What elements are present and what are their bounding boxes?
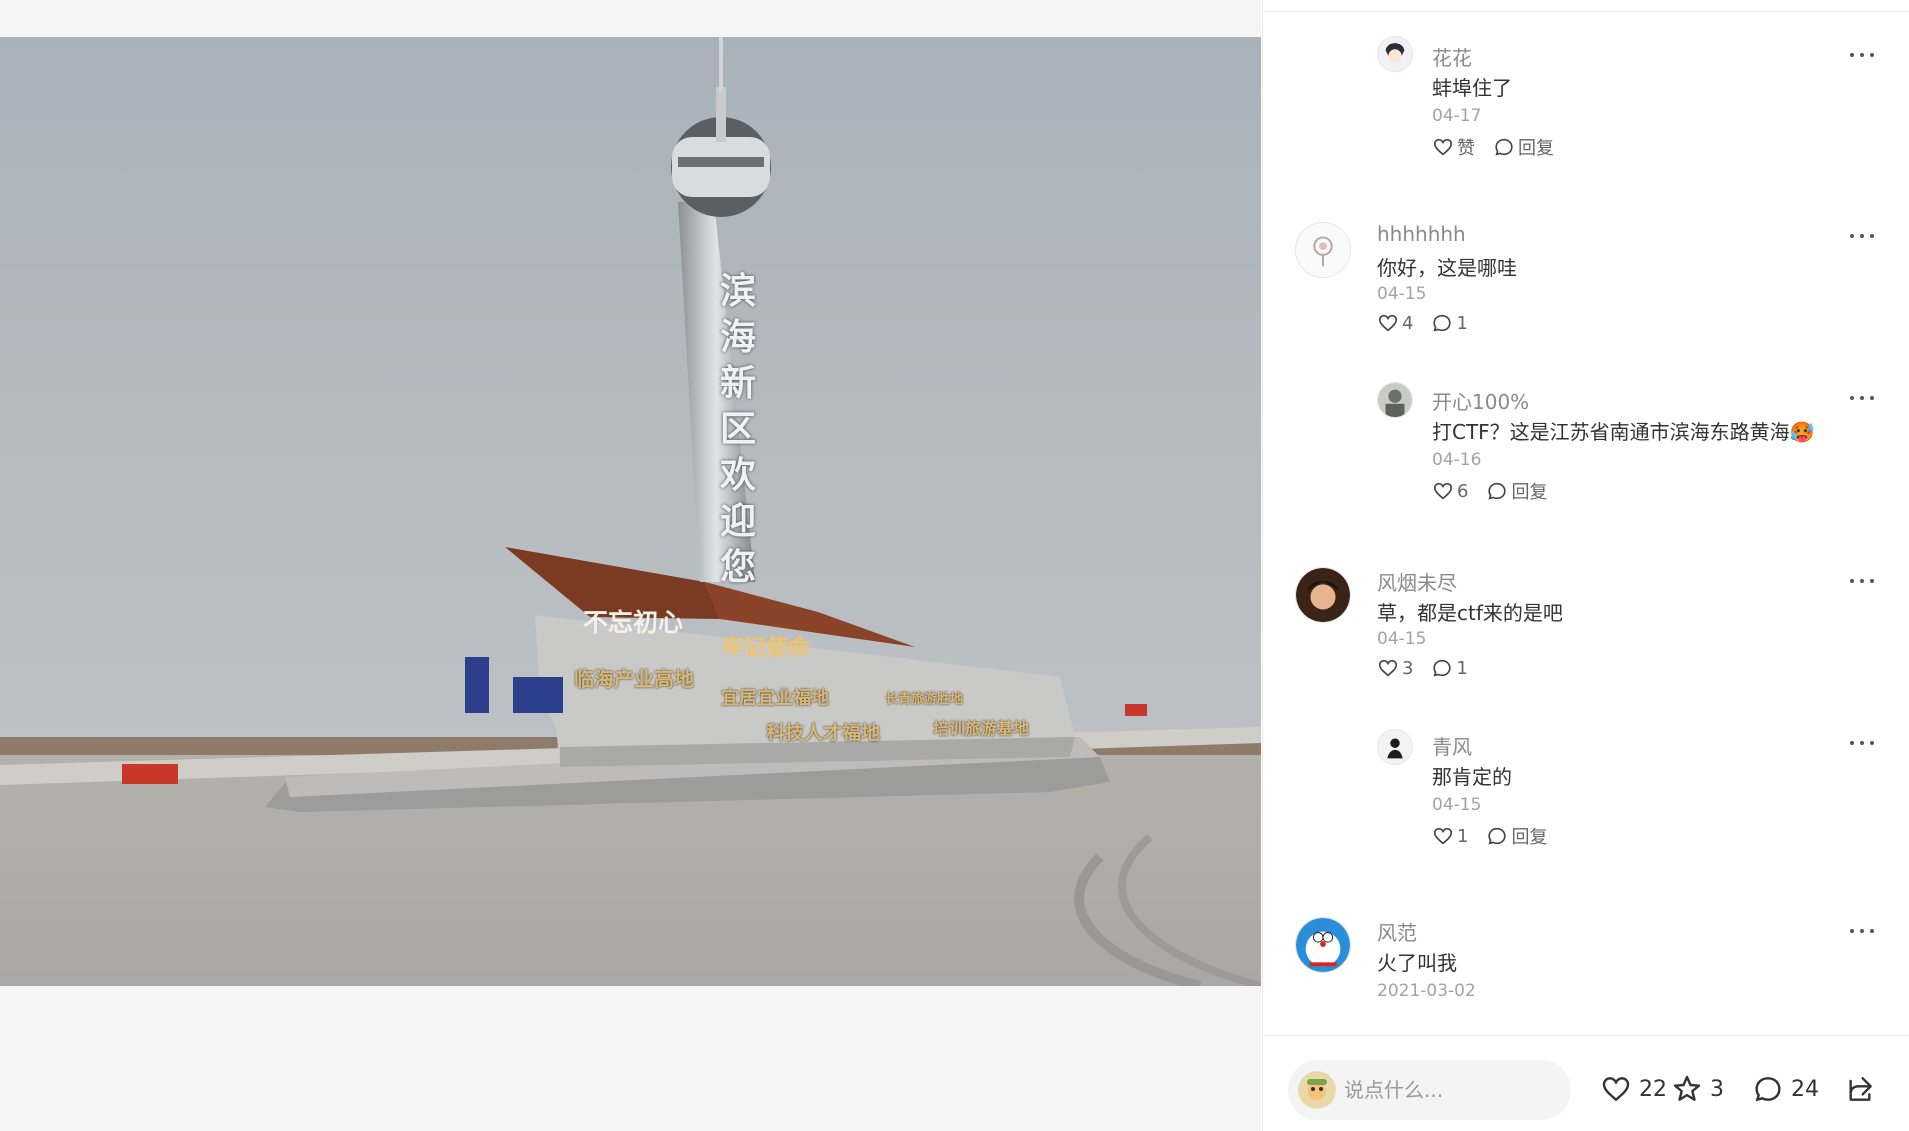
comment-text: 火了叫我 <box>1377 951 1457 975</box>
like-button[interactable]: 1 <box>1432 825 1468 847</box>
comment-date: 04-15 <box>1377 284 1427 304</box>
doraemon-avatar[interactable] <box>1295 917 1351 973</box>
reply-button[interactable]: 回复 <box>1486 478 1547 504</box>
sign-row-d-text: 科技人才福地 <box>766 722 881 744</box>
silhouette-avatar[interactable] <box>1377 729 1413 765</box>
reply-count: 1 <box>1456 312 1468 334</box>
like-button[interactable]: 赞 <box>1432 134 1475 160</box>
comment-date: 2021-03-02 <box>1377 981 1476 1001</box>
media-pane: 滨海新区欢迎您 不忘初心 牢记使命 临海产业高地 宜居宜业福地 长青旅游胜地 科… <box>0 0 1261 1131</box>
comment-input[interactable] <box>1344 1078 1554 1102</box>
reply-button[interactable]: 1 <box>1431 312 1468 334</box>
reply-button[interactable]: 1 <box>1431 657 1468 679</box>
comment-actions: 3 1 <box>1377 657 1486 679</box>
heart-icon <box>1433 482 1453 500</box>
post-comment-count: 24 <box>1791 1076 1819 1102</box>
reply-bubble-icon <box>1488 827 1507 845</box>
comment-date: 04-15 <box>1377 629 1427 649</box>
post-like-count: 22 <box>1639 1076 1667 1102</box>
more-options-icon[interactable] <box>1850 925 1874 937</box>
comment-actions: 6 回复 <box>1432 478 1565 504</box>
like-button[interactable]: 4 <box>1377 312 1413 334</box>
sign-sub-text: 牢记使命 <box>722 636 811 661</box>
comment-item: 风烟未尽 草，都是ctf来的是吧 04-15 3 1 <box>1263 567 1909 707</box>
comment-input-box[interactable] <box>1288 1060 1571 1120</box>
photo-avatar[interactable] <box>1377 382 1413 418</box>
reply-label: 回复 <box>1511 827 1548 848</box>
share-icon <box>1849 1077 1872 1101</box>
heart-icon <box>1378 659 1398 677</box>
comment-author[interactable]: 花花 <box>1432 42 1472 71</box>
star-icon <box>1673 1075 1701 1101</box>
heart-icon <box>1433 827 1453 845</box>
more-options-icon[interactable] <box>1850 575 1874 587</box>
reply-label: 回复 <box>1511 482 1548 503</box>
comment-item: hhhhhhh 你好，这是哪哇 04-15 4 1 <box>1263 222 1909 362</box>
more-options-icon[interactable] <box>1850 392 1874 404</box>
like-count: 3 <box>1402 657 1414 679</box>
comment-item: 风范 火了叫我 2021-03-02 <box>1263 917 1909 1035</box>
comment-bubble-icon <box>1755 1077 1781 1102</box>
reply-bubble-icon <box>1495 138 1513 156</box>
sign-main-text: 不忘初心 <box>583 608 684 637</box>
heart-icon <box>1602 1077 1630 1102</box>
like-count: 1 <box>1457 825 1469 847</box>
post-comment-button[interactable]: 24 <box>1752 1073 1819 1105</box>
comment-date: 04-16 <box>1432 450 1482 470</box>
tower-sign-text: 滨海新区欢迎您 <box>719 271 756 588</box>
comment-text: 草，都是ctf来的是吧 <box>1377 601 1563 625</box>
lollipop-avatar[interactable] <box>1295 222 1351 278</box>
comment-text: 那肯定的 <box>1432 765 1512 789</box>
more-options-icon[interactable] <box>1850 49 1874 61</box>
comment-date: 04-15 <box>1432 795 1482 815</box>
comment-author[interactable]: 青风 <box>1432 731 1472 760</box>
like-count: 4 <box>1402 312 1414 334</box>
post-collect-button[interactable]: 3 <box>1671 1073 1724 1105</box>
comment-date: 04-17 <box>1432 106 1482 126</box>
comment-author[interactable]: 风范 <box>1377 917 1417 946</box>
comment-item: 花花 蚌埠住了 04-17 赞 回复 <box>1263 34 1909 194</box>
more-options-icon[interactable] <box>1850 737 1874 749</box>
comment-text: 打CTF？这是江苏省南通市滨海东路黄海🥵 <box>1432 420 1815 444</box>
more-options-icon[interactable] <box>1850 230 1874 242</box>
comment-text: 蚌埠住了 <box>1432 76 1512 100</box>
share-button[interactable] <box>1844 1073 1883 1105</box>
comment-author[interactable]: 风烟未尽 <box>1377 567 1457 596</box>
like-button[interactable]: 6 <box>1432 480 1468 502</box>
comment-actions: 1 回复 <box>1432 823 1565 849</box>
post-star-count: 3 <box>1710 1076 1724 1102</box>
anime-boy-avatar[interactable] <box>1295 567 1351 623</box>
reply-bubble-icon <box>1433 659 1452 677</box>
reply-bubble-icon <box>1488 482 1507 500</box>
comment-author[interactable]: hhhhhhh <box>1377 222 1466 246</box>
landmark-photo-scene <box>0 37 1261 986</box>
like-count: 6 <box>1457 480 1469 502</box>
reply-count: 1 <box>1456 657 1468 679</box>
sign-row-a-text: 临海产业高地 <box>574 667 694 691</box>
post-like-button[interactable]: 22 <box>1600 1073 1667 1105</box>
comment-item: 开心100% 打CTF？这是江苏省南通市滨海东路黄海🥵 04-16 6 回复 <box>1263 382 1909 532</box>
post-photo[interactable]: 滨海新区欢迎您 不忘初心 牢记使命 临海产业高地 宜居宜业福地 长青旅游胜地 科… <box>0 37 1261 986</box>
user-avatar <box>1298 1071 1336 1109</box>
comment-list[interactable]: 花花 蚌埠住了 04-17 赞 回复 hhhhhhh 你好，这是哪哇 04-15… <box>1263 12 1909 1035</box>
reply-button[interactable]: 回复 <box>1493 134 1554 160</box>
heart-icon <box>1378 314 1398 332</box>
reply-button[interactable]: 回复 <box>1486 823 1547 849</box>
reply-label: 回复 <box>1518 138 1554 159</box>
comment-author[interactable]: 开心100% <box>1432 386 1529 415</box>
reply-bubble-icon <box>1433 314 1452 332</box>
like-label: 赞 <box>1457 138 1475 159</box>
like-button[interactable]: 3 <box>1377 657 1413 679</box>
comment-actions: 4 1 <box>1377 312 1486 334</box>
comment-item: 青风 那肯定的 04-15 1 回复 <box>1263 727 1909 877</box>
engagement-bar: 22 3 24 <box>1263 1035 1909 1131</box>
cartoon-girl-avatar[interactable] <box>1377 36 1413 72</box>
comments-pane: 花花 蚌埠住了 04-17 赞 回复 hhhhhhh 你好，这是哪哇 04-15… <box>1262 0 1909 1131</box>
sign-row-b-text: 宜居宜业福地 <box>721 688 829 709</box>
heart-icon <box>1433 138 1453 156</box>
sign-row-e-text: 培训旅游基地 <box>933 719 1030 738</box>
comment-text: 你好，这是哪哇 <box>1377 256 1517 280</box>
sign-row-c-text: 长青旅游胜地 <box>885 692 964 707</box>
comment-actions: 赞 回复 <box>1432 134 1572 160</box>
